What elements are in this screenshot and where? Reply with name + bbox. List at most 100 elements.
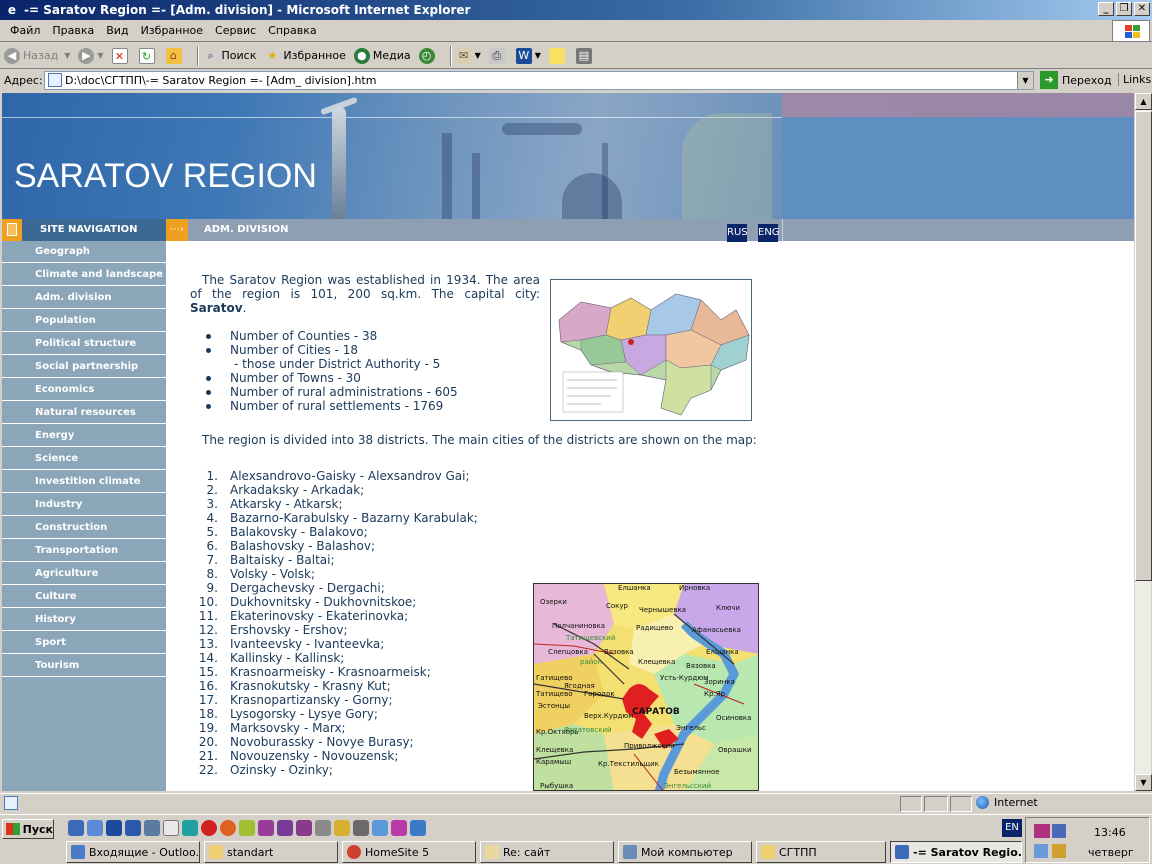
sidebar-item-adm-division[interactable]: Adm. division [2, 287, 166, 309]
lang-eng-link[interactable]: ENG [758, 224, 780, 242]
back-button[interactable]: ◀ Назад ▼ [4, 47, 70, 64]
address-input[interactable]: D:\doc\СГТПП\-= Saratov Region =- [Adm_ … [44, 71, 1034, 90]
sidebar-item-agriculture[interactable]: Agriculture [2, 563, 166, 585]
district-number: 14. [198, 651, 218, 665]
desktop-quicklaunch-icon[interactable] [163, 820, 179, 836]
districts-map-image[interactable]: Елшанка Ирновка Озерки Сокур Полчаниновк… [533, 583, 759, 791]
edit-button[interactable]: W ▼ [515, 47, 541, 64]
app-quicklaunch-icon[interactable] [372, 820, 388, 836]
map-label: Клещевка [638, 658, 675, 666]
sidebar-item-culture[interactable]: Culture [2, 586, 166, 608]
minimize-button[interactable]: _ [1098, 2, 1114, 16]
scroll-down-button[interactable]: ▼ [1135, 774, 1152, 791]
sidebar-item-climate[interactable]: Climate and landscape [2, 264, 166, 286]
sidebar: Geograph Climate and landscape Adm. divi… [2, 241, 166, 791]
scroll-up-button[interactable]: ▲ [1135, 93, 1152, 110]
sidebar-item-transportation[interactable]: Transportation [2, 540, 166, 562]
task-outlook[interactable]: Входящие - Outloo... [66, 841, 200, 863]
refresh-button[interactable]: ↻ [138, 47, 158, 64]
language-indicator[interactable]: EN [1002, 819, 1022, 837]
menu-favorites[interactable]: Избранное [141, 24, 203, 37]
favorites-button[interactable]: ★ Избранное [264, 48, 345, 64]
sidebar-item-energy[interactable]: Energy [2, 425, 166, 447]
start-button[interactable]: Пуск [2, 819, 54, 839]
app-quicklaunch-icon[interactable] [125, 820, 141, 836]
sidebar-item-investition[interactable]: Investition climate [2, 471, 166, 493]
district-number: 15. [198, 665, 218, 679]
sidebar-item-tourism[interactable]: Tourism [2, 655, 166, 677]
outlook-quicklaunch-icon[interactable] [87, 820, 103, 836]
stop-button[interactable]: ✕ [111, 47, 131, 64]
sidebar-item-sport[interactable]: Sport [2, 632, 166, 654]
task-my-computer[interactable]: Мой компьютер [618, 841, 752, 863]
task-sgtpp[interactable]: СГТПП [756, 841, 886, 863]
app-quicklaunch-icon[interactable] [353, 820, 369, 836]
menu-tools[interactable]: Сервис [215, 24, 256, 37]
address-dropdown-icon[interactable]: ▼ [1017, 72, 1033, 89]
app-quicklaunch-icon[interactable] [144, 820, 160, 836]
district-name: Ershovsky - Ershov; [230, 623, 348, 637]
region-map-thumbnail[interactable] [550, 279, 752, 421]
district-item: 8. Volsky - Volsk; [190, 567, 764, 581]
tray-network-icon[interactable] [1052, 824, 1066, 838]
close-button[interactable]: ✕ [1134, 2, 1150, 16]
restore-button[interactable]: ❐ [1116, 2, 1132, 16]
tray-app-icon[interactable] [1052, 844, 1066, 858]
task-saratov-ie[interactable]: -= Saratov Regio... [890, 841, 1022, 863]
menu-help[interactable]: Справка [268, 24, 316, 37]
sidebar-item-political[interactable]: Political structure [2, 333, 166, 355]
links-button[interactable]: Links [1118, 73, 1151, 86]
go-button[interactable]: ➜ Переход [1040, 71, 1112, 89]
sidebar-item-science[interactable]: Science [2, 448, 166, 470]
search-button[interactable]: ⌕ Поиск [203, 48, 256, 64]
app-quicklaunch-icon[interactable] [277, 820, 293, 836]
app-quicklaunch-icon[interactable] [258, 820, 274, 836]
window-title-bar[interactable]: e -= Saratov Region =- [Adm. division] -… [0, 0, 1152, 20]
scrollbar-thumb[interactable] [1135, 111, 1152, 581]
mail-button[interactable]: ✉ ▼ [455, 47, 481, 64]
sidebar-item-economics[interactable]: Economics [2, 379, 166, 401]
sidebar-item-history[interactable]: History [2, 609, 166, 631]
district-name: Arkadaksky - Arkadak; [230, 483, 365, 497]
sidebar-item-construction[interactable]: Construction [2, 517, 166, 539]
task-homesite[interactable]: HomeSite 5 [342, 841, 476, 863]
word-quicklaunch-icon[interactable] [106, 820, 122, 836]
district-number: 1. [206, 469, 218, 483]
app-quicklaunch-icon[interactable] [391, 820, 407, 836]
clock-time: 13:46 [1094, 826, 1126, 839]
sidebar-item-natural-resources[interactable]: Natural resources [2, 402, 166, 424]
menu-edit[interactable]: Правка [52, 24, 94, 37]
tray-app-icon[interactable] [1034, 824, 1050, 838]
ie-icon: e [7, 3, 17, 17]
map-label: Карамыш [536, 758, 571, 766]
messenger-button[interactable]: ▤ [575, 47, 595, 64]
ie-quicklaunch-icon[interactable] [68, 820, 84, 836]
media-button[interactable]: ● Медиа [353, 47, 411, 64]
print-button[interactable]: ⎙ [488, 47, 508, 64]
task-standart[interactable]: standart [204, 841, 338, 863]
app-quicklaunch-icon[interactable] [182, 820, 198, 836]
discuss-button[interactable] [548, 47, 568, 64]
task-mail[interactable]: Re: сайт [480, 841, 614, 863]
sidebar-item-industry[interactable]: Industry [2, 494, 166, 516]
app-quicklaunch-icon[interactable] [239, 820, 255, 836]
sidebar-item-population[interactable]: Population [2, 310, 166, 332]
homesite-icon [347, 845, 361, 859]
forward-button[interactable]: ▶ ▼ [78, 47, 104, 64]
menu-view[interactable]: Вид [106, 24, 128, 37]
vertical-scrollbar[interactable]: ▲ ▼ [1134, 93, 1152, 791]
app-quicklaunch-icon[interactable] [315, 820, 331, 836]
menu-file[interactable]: Файл [10, 24, 40, 37]
district-item: 3. Atkarsky - Atkarsk; [190, 497, 764, 511]
app-quicklaunch-icon[interactable] [296, 820, 312, 836]
sidebar-item-geograph[interactable]: Geograph [2, 241, 166, 263]
home-button[interactable]: ⌂ [165, 47, 185, 64]
tray-app-icon[interactable] [1034, 844, 1048, 858]
history-button[interactable]: ◴ [418, 47, 438, 64]
app-quicklaunch-icon[interactable] [410, 820, 426, 836]
sidebar-item-social[interactable]: Social partnership [2, 356, 166, 378]
app-quicklaunch-icon[interactable] [220, 820, 236, 836]
lang-rus-link[interactable]: RUS [727, 224, 748, 242]
app-quicklaunch-icon[interactable] [334, 820, 350, 836]
opera-quicklaunch-icon[interactable] [201, 820, 217, 836]
